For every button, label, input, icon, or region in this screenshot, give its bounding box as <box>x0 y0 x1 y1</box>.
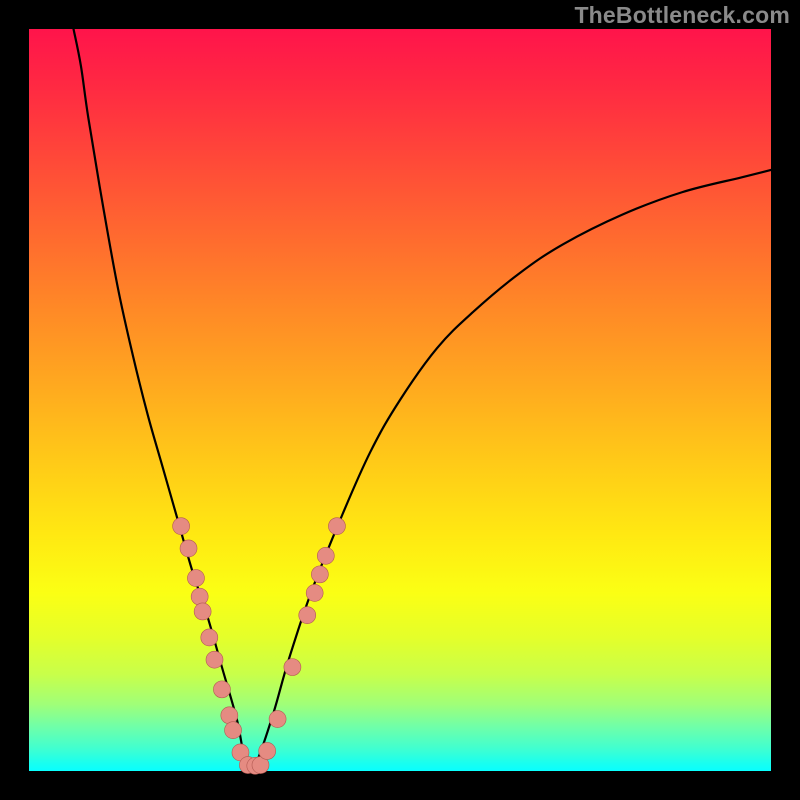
data-point <box>269 711 286 728</box>
data-point <box>328 518 345 535</box>
plot-area <box>29 29 771 771</box>
data-point <box>306 584 323 601</box>
data-point <box>213 681 230 698</box>
data-point <box>206 651 223 668</box>
data-point <box>225 722 242 739</box>
data-point <box>284 659 301 676</box>
data-point <box>180 540 197 557</box>
data-point <box>173 518 190 535</box>
curve-right-branch <box>252 170 771 771</box>
curve-group <box>74 29 771 771</box>
data-point <box>191 588 208 605</box>
curve-svg <box>29 29 771 771</box>
data-point <box>311 566 328 583</box>
data-point <box>221 707 238 724</box>
data-point <box>259 742 276 759</box>
curve-left-branch <box>74 29 252 771</box>
data-point <box>187 570 204 587</box>
chart-frame: TheBottleneck.com <box>0 0 800 800</box>
data-point <box>194 603 211 620</box>
data-point <box>201 629 218 646</box>
watermark-text: TheBottleneck.com <box>574 2 790 29</box>
data-point <box>299 607 316 624</box>
data-points-group <box>173 518 346 775</box>
data-point <box>317 547 334 564</box>
